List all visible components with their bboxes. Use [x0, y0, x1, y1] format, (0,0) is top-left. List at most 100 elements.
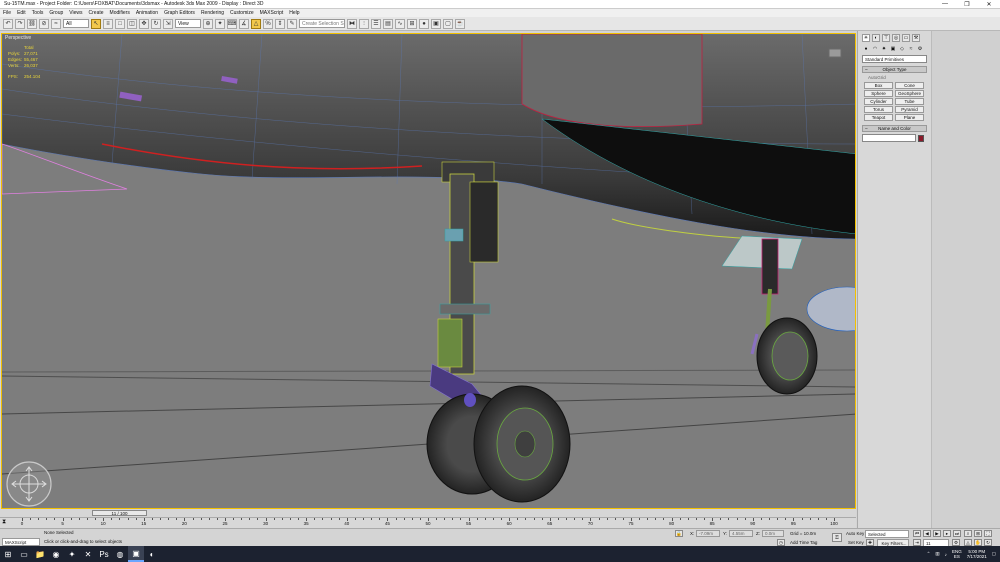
object-name-input[interactable] — [862, 134, 916, 142]
align-icon[interactable]: ⫶ — [359, 18, 369, 29]
app-icon-blue[interactable]: ◐ — [144, 546, 160, 562]
field-of-view-icon[interactable]: ◬ — [964, 539, 972, 546]
goto-start-icon[interactable]: ⏮ — [913, 530, 921, 537]
photoshop-icon[interactable]: Ps — [96, 546, 112, 562]
redo-icon[interactable]: ↷ — [15, 18, 25, 29]
set-keys-icon[interactable]: ✚ — [866, 539, 874, 546]
menu-file[interactable]: File — [3, 10, 11, 16]
perspective-viewport[interactable]: Perspective Total Polys: 27,071 Edges: 55,… — [1, 33, 856, 509]
chrome-icon[interactable]: ◉ — [48, 546, 64, 562]
render-setup-icon[interactable]: ▣ — [431, 18, 441, 29]
space-warps-icon[interactable]: ≈ — [907, 45, 915, 52]
network-icon[interactable]: ▥ — [935, 551, 939, 557]
cone-button[interactable]: Cone — [895, 82, 924, 89]
hierarchy-tab-icon[interactable]: ⊤ — [882, 34, 890, 42]
plane-button[interactable]: Plane — [895, 114, 924, 121]
spinner-snap-icon[interactable]: ⇕ — [275, 18, 285, 29]
app-icon-x[interactable]: ✕ — [80, 546, 96, 562]
pivot-center-icon[interactable]: ⊕ — [203, 18, 213, 29]
pan-view-icon[interactable]: ✋ — [974, 539, 982, 546]
start-icon[interactable]: ⊞ — [0, 546, 16, 562]
menu-maxscript[interactable]: MAXScript — [260, 10, 284, 16]
reference-coord-dropdown[interactable]: View — [175, 19, 201, 28]
angle-snap-icon[interactable]: △ — [251, 18, 261, 29]
object-type-rollout[interactable]: Object Type — [862, 66, 927, 73]
torus-button[interactable]: Torus — [864, 106, 893, 113]
time-tag-icon[interactable]: ◷ — [777, 539, 785, 546]
teapot-button[interactable]: Teapot — [864, 114, 893, 121]
motion-tab-icon[interactable]: ◎ — [892, 34, 900, 42]
viewcube-icon[interactable] — [828, 48, 842, 58]
primitive-type-dropdown[interactable]: Standard Primitives — [862, 55, 927, 63]
helpers-icon[interactable]: ◇ — [898, 45, 906, 52]
lights-icon[interactable]: ✷ — [880, 45, 888, 52]
rotate-icon[interactable]: ↻ — [151, 18, 161, 29]
box-button[interactable]: Box — [864, 82, 893, 89]
menu-modifiers[interactable]: Modifiers — [110, 10, 130, 16]
object-color-swatch[interactable] — [918, 134, 924, 142]
pyramid-button[interactable]: Pyramid — [895, 106, 924, 113]
unlink-icon[interactable]: ⊘ — [39, 18, 49, 29]
steering-wheel-gizmo[interactable] — [5, 460, 53, 508]
mirror-icon[interactable]: ⧓ — [347, 18, 357, 29]
orbit-icon[interactable]: ↻ — [984, 539, 992, 546]
menu-views[interactable]: Views — [69, 10, 82, 16]
bind-space-warp-icon[interactable]: ≈ — [51, 18, 61, 29]
next-frame-icon[interactable]: ▸ — [943, 530, 951, 537]
named-selection-set-dropdown[interactable]: Create Selection Set — [299, 19, 345, 28]
menu-tools[interactable]: Tools — [32, 10, 44, 16]
geometry-icon[interactable]: ● — [862, 45, 870, 52]
task-view-icon[interactable]: ▭ — [16, 546, 32, 562]
add-time-tag[interactable]: Add Time Tag — [790, 540, 817, 545]
lock-selection-icon[interactable]: 🔒 — [675, 530, 683, 537]
prev-frame-icon[interactable]: ◀ — [923, 530, 931, 537]
edit-named-selection-icon[interactable]: ✎ — [287, 18, 297, 29]
file-explorer-icon[interactable]: 📁 — [32, 546, 48, 562]
move-icon[interactable]: ✥ — [139, 18, 149, 29]
modify-tab-icon[interactable]: ◐ — [872, 34, 880, 42]
shapes-icon[interactable]: ◠ — [871, 45, 879, 52]
undo-icon[interactable]: ↶ — [3, 18, 13, 29]
menu-rendering[interactable]: Rendering — [201, 10, 224, 16]
track-bar[interactable]: ⧗ 0 5 10 15 20 25 30 35 40 45 50 55 60 65 70 75 80 85 90 95… — [0, 517, 856, 528]
systems-icon[interactable]: ⚙ — [916, 45, 924, 52]
minimize-button[interactable]: — — [934, 1, 956, 7]
rect-selection-icon[interactable]: □ — [115, 18, 125, 29]
language-indicator[interactable]: ENG ES — [952, 549, 962, 559]
scale-icon[interactable]: ⇲ — [163, 18, 173, 29]
select-link-icon[interactable]: ⛓ — [27, 18, 37, 29]
autogrid-checkbox[interactable]: AutoGrid — [868, 75, 921, 80]
goto-end-icon[interactable]: ⏭ — [953, 530, 961, 537]
maximize-button[interactable]: ❐ — [956, 1, 978, 8]
menu-group[interactable]: Group — [49, 10, 63, 16]
geosphere-button[interactable]: GeoSphere — [895, 90, 924, 97]
z-coord-field[interactable]: 0.0m — [762, 530, 784, 537]
sphere-button[interactable]: Sphere — [864, 90, 893, 97]
time-slider[interactable]: 11 / 100 — [0, 509, 856, 517]
menu-graph-editors[interactable]: Graph Editors — [164, 10, 195, 16]
utilities-tab-icon[interactable]: ⚒ — [912, 34, 920, 42]
key-mode-icon[interactable]: ⇥ — [913, 539, 921, 546]
cylinder-button[interactable]: Cylinder — [864, 98, 893, 105]
keyboard-shortcut-icon[interactable]: ⌨ — [227, 18, 237, 29]
schematic-view-icon[interactable]: ⊞ — [407, 18, 417, 29]
maxscript-listener[interactable]: MAXScript — [2, 538, 40, 546]
viewport-label[interactable]: Perspective — [5, 35, 31, 41]
3dsmax-taskbar-icon[interactable]: ▣ — [128, 546, 144, 562]
zoom-icon[interactable]: ⌕ — [964, 530, 972, 537]
render-production-icon[interactable]: ☕ — [455, 18, 465, 29]
mini-curve-editor-icon[interactable]: ⧗ — [2, 519, 12, 527]
volume-icon[interactable]: ♪ — [945, 552, 947, 557]
menu-help[interactable]: Help — [289, 10, 299, 16]
selected-dropdown[interactable]: Selected — [865, 530, 909, 538]
cameras-icon[interactable]: ▣ — [889, 45, 897, 52]
play-icon[interactable]: ▶ — [933, 530, 941, 537]
x-coord-field[interactable]: -7.09m — [696, 530, 720, 537]
zoom-extents-icon[interactable]: ⛶ — [984, 530, 992, 537]
zoom-all-icon[interactable]: ⊞ — [974, 530, 982, 537]
tube-button[interactable]: Tube — [895, 98, 924, 105]
notifications-icon[interactable]: ▢ — [992, 551, 996, 557]
display-tab-icon[interactable]: ▭ — [902, 34, 910, 42]
create-tab-icon[interactable]: ✳ — [862, 34, 870, 42]
browser-icon[interactable]: ◍ — [112, 546, 128, 562]
